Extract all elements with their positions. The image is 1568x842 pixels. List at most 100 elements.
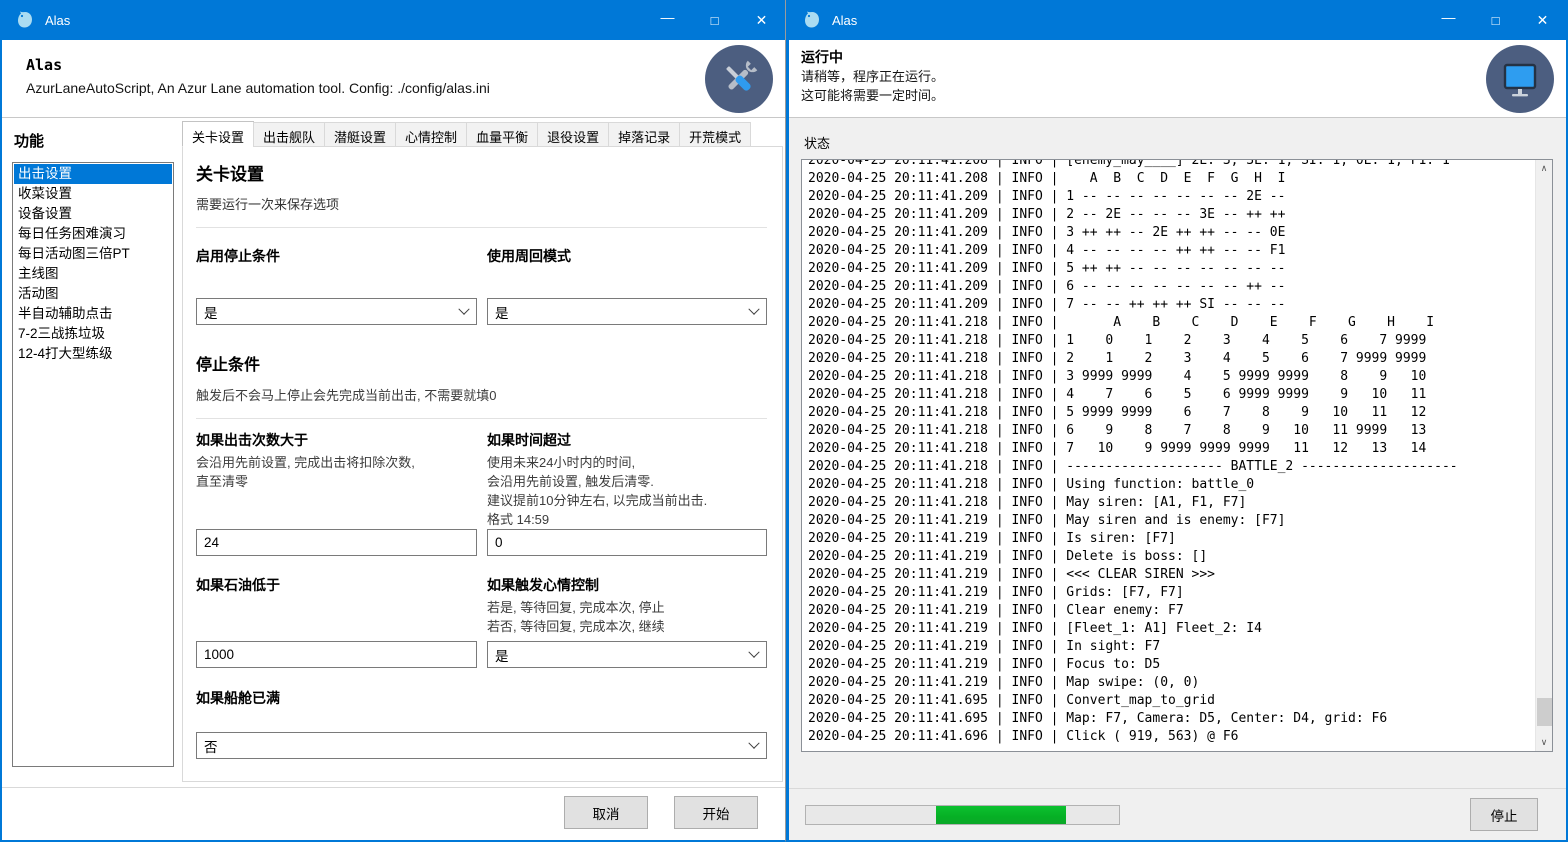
tab[interactable]: 关卡设置 bbox=[182, 121, 254, 147]
maximize-button[interactable]: □ bbox=[691, 0, 738, 40]
sidebar-item[interactable]: 7-2三战拣垃圾 bbox=[14, 324, 172, 344]
divider bbox=[196, 227, 767, 228]
window-controls: — □ ✕ bbox=[644, 0, 785, 40]
if-emotion-select[interactable]: 是 bbox=[487, 641, 767, 668]
monitor-icon bbox=[1496, 55, 1544, 103]
close-icon: ✕ bbox=[756, 12, 768, 29]
running-window: Alas — □ ✕ 运行中 请稍等，程序正在运行。这可能将需要一定时间。 bbox=[786, 0, 1568, 842]
scrollbar-thumb[interactable] bbox=[1537, 698, 1552, 726]
stop-condition-heading: 停止条件 bbox=[196, 351, 767, 375]
close-button[interactable]: ✕ bbox=[738, 0, 785, 40]
sidebar-item[interactable]: 收菜设置 bbox=[14, 184, 172, 204]
enable-stop-label: 启用停止条件 bbox=[196, 246, 477, 266]
loop-mode-value: 是 bbox=[495, 302, 509, 322]
tab[interactable]: 心情控制 bbox=[395, 122, 467, 147]
function-sidebar: 功能 出击设置收菜设置设备设置每日任务困难演习每日活动图三倍PT主线图活动图半自… bbox=[12, 118, 182, 782]
sidebar-item[interactable]: 半自动辅助点击 bbox=[14, 304, 172, 324]
log-output: 2020-04-25 20:11:41.208 | INFO | [enemy_… bbox=[802, 159, 1535, 751]
log-line: 2020-04-25 20:11:41.218 | INFO | Using f… bbox=[808, 476, 1535, 494]
stop-button[interactable]: 停止 bbox=[1470, 798, 1538, 831]
sidebar-item[interactable]: 12-4打大型练级 bbox=[14, 344, 172, 364]
help-text: 会沿用先前设置, 触发后清零. bbox=[487, 472, 767, 491]
minimize-button[interactable]: — bbox=[1425, 0, 1472, 40]
close-button[interactable]: ✕ bbox=[1519, 0, 1566, 40]
tab-panel-stage-settings: 关卡设置 需要运行一次来保存选项 启用停止条件 是 bbox=[182, 146, 783, 782]
chevron-down-icon bbox=[748, 737, 759, 748]
scroll-up-button[interactable]: ∧ bbox=[1536, 160, 1552, 177]
maximize-icon: □ bbox=[711, 13, 719, 28]
tab[interactable]: 潜艇设置 bbox=[324, 122, 396, 147]
maximize-button[interactable]: □ bbox=[1472, 0, 1519, 40]
log-line: 2020-04-25 20:11:41.218 | INFO | 6 9 8 7… bbox=[808, 422, 1535, 440]
help-text: 会沿用先前设置, 完成出击将扣除次数, bbox=[196, 453, 477, 472]
minimize-button[interactable]: — bbox=[644, 0, 691, 40]
close-icon: ✕ bbox=[1537, 12, 1549, 29]
loop-mode-select[interactable]: 是 bbox=[487, 298, 767, 325]
chevron-down-icon bbox=[748, 646, 759, 657]
screen: Alas — □ ✕ Alas AzurLaneAutoScript, An A… bbox=[0, 0, 1568, 842]
if-time-help: 使用未来24小时内的时间,会沿用先前设置, 触发后清零.建议提前10分钟左右, … bbox=[487, 453, 767, 529]
log-line: 2020-04-25 20:11:41.218 | INFO | May sir… bbox=[808, 494, 1535, 512]
window-title: Alas bbox=[45, 13, 70, 28]
sidebar-item[interactable]: 每日活动图三倍PT bbox=[14, 244, 172, 264]
if-dock-select[interactable]: 否 bbox=[196, 732, 767, 759]
cancel-button[interactable]: 取消 bbox=[564, 796, 648, 829]
if-oil-input[interactable] bbox=[196, 641, 477, 668]
sidebar-item[interactable]: 设备设置 bbox=[14, 204, 172, 224]
log-line: 2020-04-25 20:11:41.209 | INFO | 3 ++ ++… bbox=[808, 224, 1535, 242]
if-dock-value: 否 bbox=[204, 736, 218, 756]
scroll-up-icon: ∧ bbox=[1541, 163, 1548, 174]
log-line: 2020-04-25 20:11:41.695 | INFO | Map: F7… bbox=[808, 710, 1535, 728]
help-text: 建议提前10分钟左右, 以完成当前出击. bbox=[487, 491, 767, 510]
settings-body: 功能 出击设置收菜设置设备设置每日任务困难演习每日活动图三倍PT主线图活动图半自… bbox=[2, 118, 785, 782]
log-line: 2020-04-25 20:11:41.219 | INFO | Map swi… bbox=[808, 674, 1535, 692]
start-button[interactable]: 开始 bbox=[674, 796, 758, 829]
log-box: 2020-04-25 20:11:41.208 | INFO | [enemy_… bbox=[801, 159, 1553, 752]
enable-stop-value: 是 bbox=[204, 302, 218, 322]
minimize-icon: — bbox=[1442, 9, 1456, 25]
sidebar-item[interactable]: 每日任务困难演习 bbox=[14, 224, 172, 244]
tab[interactable]: 退役设置 bbox=[537, 122, 609, 147]
tab[interactable]: 开荒模式 bbox=[679, 122, 751, 147]
status-label: 状态 bbox=[804, 133, 1553, 152]
wrench-screwdriver-icon bbox=[716, 56, 762, 102]
if-count-input[interactable] bbox=[196, 529, 477, 556]
log-line: 2020-04-25 20:11:41.209 | INFO | 7 -- --… bbox=[808, 296, 1535, 314]
log-line: 2020-04-25 20:11:41.696 | INFO | Click (… bbox=[808, 728, 1535, 746]
log-line: 2020-04-25 20:11:41.209 | INFO | 4 -- --… bbox=[808, 242, 1535, 260]
if-time-label: 如果时间超过 bbox=[487, 430, 767, 450]
tab[interactable]: 出击舰队 bbox=[253, 122, 325, 147]
titlebar: Alas — □ ✕ bbox=[789, 0, 1566, 40]
if-time-input[interactable] bbox=[487, 529, 767, 556]
app-header: Alas AzurLaneAutoScript, An Azur Lane au… bbox=[2, 40, 785, 118]
scrollbar-track[interactable] bbox=[1536, 177, 1552, 734]
help-text: 若是, 等待回复, 完成本次, 停止 bbox=[487, 598, 767, 617]
help-text: 若否, 等待回复, 完成本次, 继续 bbox=[487, 617, 767, 636]
panel-note: 需要运行一次来保存选项 bbox=[196, 194, 767, 213]
action-bar: 取消 开始 bbox=[2, 787, 785, 840]
progress-bar bbox=[805, 805, 1120, 825]
log-line: 2020-04-25 20:11:41.209 | INFO | 6 -- --… bbox=[808, 278, 1535, 296]
if-count-label: 如果出击次数大于 bbox=[196, 430, 477, 450]
tab[interactable]: 掉落记录 bbox=[608, 122, 680, 147]
log-line: 2020-04-25 20:11:41.209 | INFO | 1 -- --… bbox=[808, 188, 1535, 206]
settings-window: Alas — □ ✕ Alas AzurLaneAutoScript, An A… bbox=[0, 0, 786, 842]
run-action-bar: 停止 bbox=[789, 788, 1566, 840]
sidebar-item[interactable]: 主线图 bbox=[14, 264, 172, 284]
help-text: 使用未来24小时内的时间, bbox=[487, 453, 767, 472]
alas-logo-icon bbox=[14, 9, 36, 31]
log-line: 2020-04-25 20:11:41.219 | INFO | Focus t… bbox=[808, 656, 1535, 674]
scroll-down-button[interactable]: ∨ bbox=[1536, 734, 1552, 751]
log-scrollbar[interactable]: ∧ ∨ bbox=[1535, 160, 1552, 751]
run-header: 运行中 请稍等，程序正在运行。这可能将需要一定时间。 bbox=[789, 40, 1566, 118]
if-oil-label: 如果石油低于 bbox=[196, 575, 477, 595]
run-status-line: 请稍等，程序正在运行。 bbox=[801, 67, 1566, 86]
log-line: 2020-04-25 20:11:41.218 | INFO | 5 9999 … bbox=[808, 404, 1535, 422]
loop-mode-label: 使用周回模式 bbox=[487, 246, 767, 266]
function-listbox: 出击设置收菜设置设备设置每日任务困难演习每日活动图三倍PT主线图活动图半自动辅助… bbox=[12, 162, 174, 767]
chevron-down-icon bbox=[458, 303, 469, 314]
tab[interactable]: 血量平衡 bbox=[466, 122, 538, 147]
enable-stop-select[interactable]: 是 bbox=[196, 298, 477, 325]
sidebar-item[interactable]: 活动图 bbox=[14, 284, 172, 304]
sidebar-item[interactable]: 出击设置 bbox=[14, 164, 172, 184]
